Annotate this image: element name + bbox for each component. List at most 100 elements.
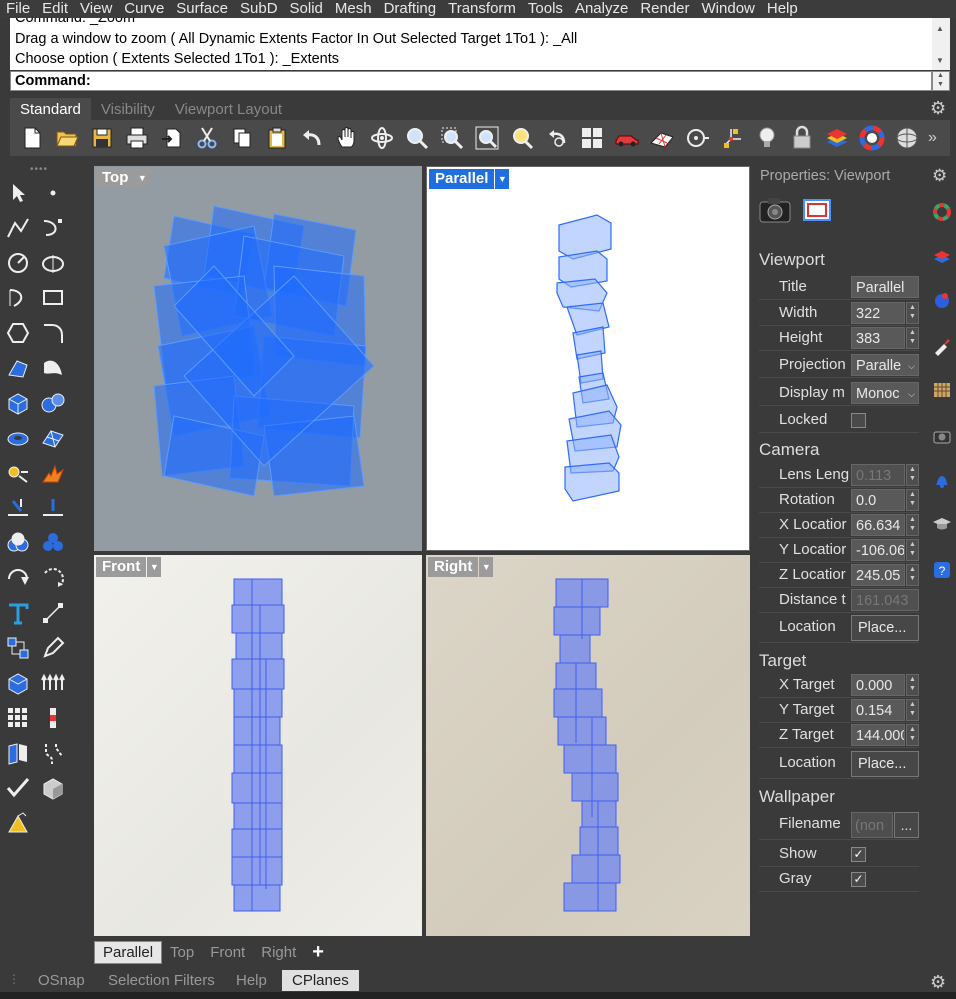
- grid-array-icon[interactable]: [3, 703, 33, 733]
- title-field[interactable]: Parallel: [851, 276, 919, 298]
- trim-icon[interactable]: [3, 493, 33, 523]
- z-location-field[interactable]: 245.05: [851, 564, 905, 586]
- tab-help[interactable]: Help: [236, 972, 267, 989]
- panel-grip-icon[interactable]: ⋮: [8, 972, 20, 986]
- zoom-extents-icon[interactable]: [469, 122, 504, 154]
- height-stepper[interactable]: ▲ ▼: [906, 327, 919, 349]
- rotation-field[interactable]: 0.0: [851, 489, 905, 511]
- z-location-stepper[interactable]: ▲ ▼: [906, 564, 919, 586]
- menu-edit[interactable]: Edit: [36, 0, 74, 18]
- viewport-name[interactable]: Top: [96, 168, 135, 188]
- import-icon[interactable]: [154, 122, 189, 154]
- chevron-down-icon[interactable]: ▼: [479, 557, 494, 577]
- command-history-scrollbar[interactable]: ▲ ▼: [932, 18, 950, 70]
- arc-rotate-icon[interactable]: [38, 563, 68, 593]
- tab-right[interactable]: Right: [253, 942, 304, 963]
- filename-field[interactable]: (non: [851, 812, 893, 838]
- surface-curve-icon[interactable]: [38, 353, 68, 383]
- arc-icon[interactable]: [3, 283, 33, 313]
- viewport-name[interactable]: Right: [428, 557, 479, 577]
- rotate-view-icon[interactable]: [364, 122, 399, 154]
- menu-analyze[interactable]: Analyze: [569, 0, 634, 18]
- render-sphere-icon[interactable]: [889, 122, 924, 154]
- viewport-top[interactable]: Top ▼: [94, 166, 422, 551]
- undo-icon[interactable]: [294, 122, 329, 154]
- tab-selection-filters[interactable]: Selection Filters: [108, 972, 215, 989]
- circle-icon[interactable]: [3, 248, 33, 278]
- gumball-icon[interactable]: [714, 122, 749, 154]
- select-arrow-icon[interactable]: [3, 178, 33, 208]
- gear-icon[interactable]: ⚙: [930, 972, 946, 993]
- tab-standard[interactable]: Standard: [10, 98, 91, 122]
- print-icon[interactable]: [119, 122, 154, 154]
- viewport-title-right[interactable]: Right ▼: [428, 557, 494, 577]
- menu-view[interactable]: View: [74, 0, 118, 18]
- color-wheel-icon[interactable]: [932, 202, 952, 222]
- display-mode-select[interactable]: Monoc ⌵: [851, 382, 919, 404]
- camera-icon[interactable]: [758, 194, 792, 226]
- car-icon[interactable]: [609, 122, 644, 154]
- chevron-down-icon[interactable]: ▼: [135, 168, 150, 188]
- height-field[interactable]: 383: [851, 327, 905, 349]
- light-icon[interactable]: [749, 122, 784, 154]
- texture-icon[interactable]: [932, 380, 952, 400]
- cplane-icon[interactable]: [679, 122, 714, 154]
- menu-drafting[interactable]: Drafting: [378, 0, 443, 18]
- zoom-selected-icon[interactable]: [504, 122, 539, 154]
- target-place-button[interactable]: Place...: [851, 751, 919, 777]
- chevron-up-icon[interactable]: ▲: [937, 72, 944, 79]
- x-target-field[interactable]: 0.000: [851, 674, 905, 696]
- add-viewport-button[interactable]: +: [304, 941, 332, 964]
- flow-icon[interactable]: [38, 738, 68, 768]
- command-history[interactable]: Command: _Zoom Drag a window to zoom ( A…: [10, 18, 932, 70]
- copy-icon[interactable]: [224, 122, 259, 154]
- rotate-icon[interactable]: [3, 563, 33, 593]
- tab-top[interactable]: Top: [162, 942, 202, 963]
- unroll-icon[interactable]: [3, 738, 33, 768]
- tab-front[interactable]: Front: [202, 942, 253, 963]
- shade-icon[interactable]: [38, 773, 68, 803]
- paste-icon[interactable]: [259, 122, 294, 154]
- menu-transform[interactable]: Transform: [442, 0, 522, 18]
- zoom-window-icon[interactable]: [434, 122, 469, 154]
- viewport-name[interactable]: Parallel: [429, 169, 495, 189]
- zoom-dynamic-icon[interactable]: [399, 122, 434, 154]
- gear-icon[interactable]: ⚙: [930, 98, 946, 119]
- named-views-icon[interactable]: [932, 426, 952, 446]
- camera-place-button[interactable]: Place...: [851, 615, 919, 641]
- command-prompt-input[interactable]: Command:: [10, 71, 932, 91]
- block-icon[interactable]: [3, 668, 33, 698]
- y-target-stepper[interactable]: ▲ ▼: [906, 699, 919, 721]
- material-icon[interactable]: [932, 290, 952, 310]
- menu-curve[interactable]: Curve: [118, 0, 170, 18]
- save-icon[interactable]: [84, 122, 119, 154]
- rectangle-icon[interactable]: [38, 283, 68, 313]
- chevron-down-icon[interactable]: ▼: [495, 169, 510, 189]
- mesh-plane-icon[interactable]: [38, 423, 68, 453]
- curve-icon[interactable]: [38, 213, 68, 243]
- viewport-name[interactable]: Front: [96, 557, 147, 577]
- viewport-properties-icon[interactable]: [800, 194, 834, 226]
- show-checkbox[interactable]: ✓: [851, 847, 866, 862]
- pan-icon[interactable]: [329, 122, 364, 154]
- layers-icon[interactable]: [932, 246, 952, 266]
- transform-icon[interactable]: [3, 458, 33, 488]
- menu-surface[interactable]: Surface: [170, 0, 234, 18]
- notifications-icon[interactable]: [932, 470, 952, 490]
- scroll-up-icon[interactable]: ▲: [936, 24, 944, 33]
- cut-icon[interactable]: [189, 122, 224, 154]
- layers-icon[interactable]: [819, 122, 854, 154]
- x-location-stepper[interactable]: ▲ ▼: [906, 514, 919, 536]
- boolean-union-icon[interactable]: [3, 528, 33, 558]
- width-field[interactable]: 322: [851, 302, 905, 324]
- viewport-title-top[interactable]: Top ▼: [96, 168, 150, 188]
- viewport-title-front[interactable]: Front ▼: [96, 557, 162, 577]
- viewport-title-parallel[interactable]: Parallel ▼: [429, 169, 510, 189]
- tab-cplanes[interactable]: CPlanes: [282, 970, 359, 991]
- color-wheel-icon[interactable]: [854, 122, 889, 154]
- ellipse-icon[interactable]: [38, 248, 68, 278]
- polyline-icon[interactable]: [3, 213, 33, 243]
- menu-tools[interactable]: Tools: [522, 0, 569, 18]
- group-icon[interactable]: [3, 633, 33, 663]
- toolbar-overflow-icon[interactable]: »: [928, 129, 937, 147]
